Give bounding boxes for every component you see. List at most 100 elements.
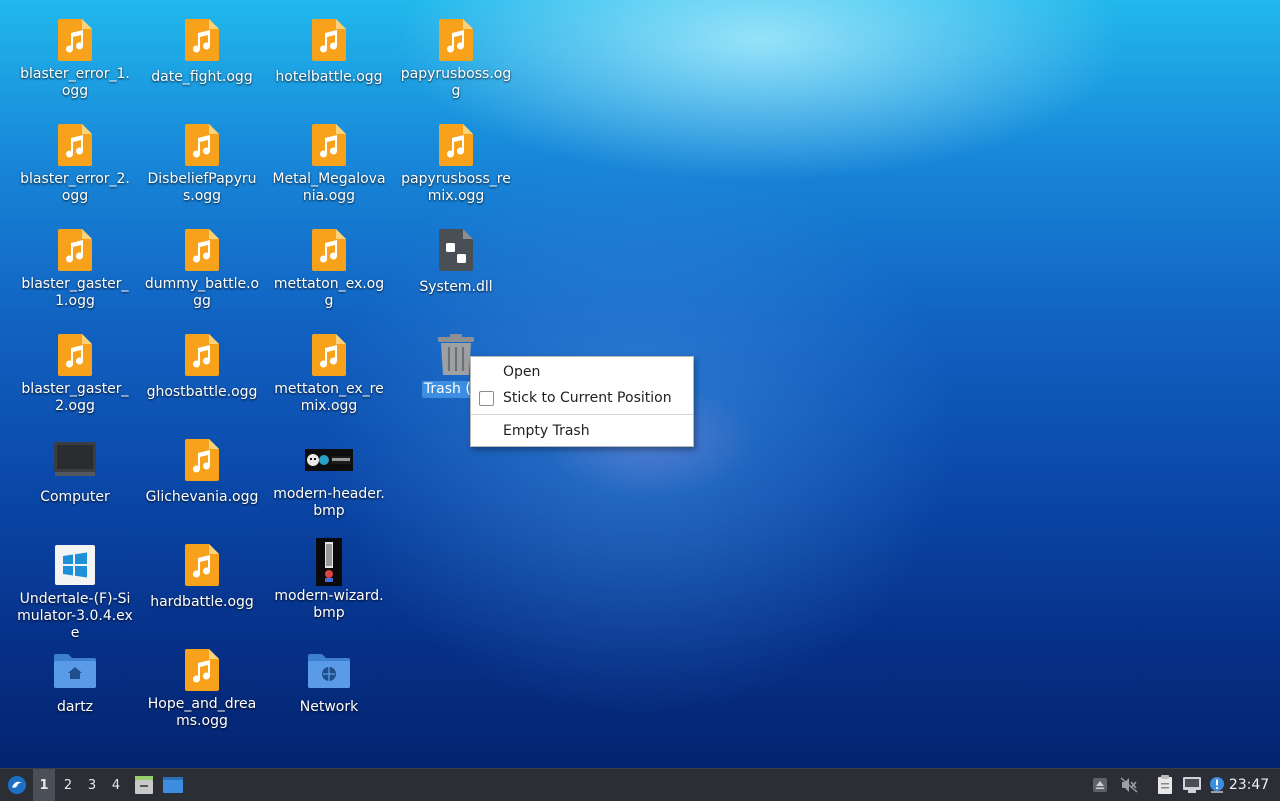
eject-icon — [1093, 778, 1107, 792]
audio-file-icon — [305, 226, 353, 274]
file-icon-system-dll[interactable]: System.dll — [394, 226, 518, 296]
file-icon-blaster-gaster-1[interactable]: blaster_gaster_1.ogg — [13, 226, 137, 310]
file-icon-hotelbattle[interactable]: hotelbattle.ogg — [267, 16, 391, 86]
audio-file-icon — [178, 226, 226, 274]
file-label: ghostbattle.ogg — [146, 384, 258, 400]
network-tray-button[interactable] — [1181, 769, 1203, 801]
workspace-1-button[interactable]: 1 — [33, 769, 55, 801]
file-icon-ghostbattle[interactable]: ghostbattle.ogg — [140, 331, 264, 401]
audio-file-icon — [178, 436, 226, 484]
file-icon-modern-wizard-bmp[interactable]: modern-wizard.bmp — [267, 538, 391, 622]
file-label: blaster_error_2.ogg — [20, 171, 130, 204]
checkbox-icon[interactable] — [479, 391, 494, 406]
workspace-2-button[interactable]: 2 — [57, 769, 79, 801]
volume-button[interactable] — [1118, 769, 1140, 801]
windows-exe-icon — [51, 541, 99, 589]
update-notification-icon — [1210, 777, 1224, 793]
image-thumbnail-icon — [305, 538, 353, 586]
menu-item-open[interactable]: Open — [471, 359, 693, 385]
audio-file-icon — [178, 16, 226, 64]
file-label: blaster_error_1.ogg — [20, 66, 130, 99]
file-label: blaster_gaster_1.ogg — [21, 276, 129, 309]
menu-item-label: Stick to Current Position — [503, 390, 672, 406]
file-manager-launcher[interactable] — [133, 769, 155, 801]
file-icon-hardbattle[interactable]: hardbattle.ogg — [140, 541, 264, 611]
home-folder-icon — [51, 646, 99, 694]
file-label: mettaton_ex.ogg — [273, 276, 385, 309]
eject-tray-button[interactable] — [1090, 769, 1110, 801]
file-label: mettaton_ex_remix.ogg — [274, 381, 384, 414]
audio-file-icon — [51, 331, 99, 379]
clipboard-tray-button[interactable] — [1154, 769, 1176, 801]
audio-file-icon — [305, 16, 353, 64]
file-label: dartz — [56, 699, 94, 715]
network-wired-icon — [1183, 777, 1201, 793]
file-manager-icon — [135, 776, 153, 794]
audio-file-icon — [432, 16, 480, 64]
file-icon-modern-header-bmp[interactable]: modern-header.bmp — [267, 436, 391, 520]
audio-file-icon — [51, 16, 99, 64]
home-folder-desktop-icon[interactable]: dartz — [13, 646, 137, 716]
file-label: papyrusboss.ogg — [400, 66, 512, 99]
desktop-window-icon — [163, 777, 183, 793]
update-notifier-button[interactable] — [1207, 769, 1227, 801]
file-label: papyrusboss_remix.ogg — [401, 171, 511, 204]
file-label: dummy_battle.ogg — [144, 276, 260, 309]
file-label: Network — [299, 699, 359, 715]
network-desktop-icon[interactable]: Network — [267, 646, 391, 716]
computer-icon — [51, 436, 99, 484]
show-desktop-launcher[interactable] — [161, 769, 185, 801]
computer-desktop-icon[interactable]: Computer — [13, 436, 137, 506]
file-icon-hope-and-dreams[interactable]: Hope_and_dreams.ogg — [140, 646, 264, 730]
file-label: Metal_Megalovania.ogg — [272, 171, 386, 204]
audio-file-icon — [432, 121, 480, 169]
clipboard-icon — [1158, 775, 1172, 794]
taskbar: 1 2 3 4 23:47 — [0, 768, 1280, 801]
file-icon-blaster-gaster-2[interactable]: blaster_gaster_2.ogg — [13, 331, 137, 415]
file-label: blaster_gaster_2.ogg — [21, 381, 129, 414]
workspace-4-button[interactable]: 4 — [105, 769, 127, 801]
audio-file-icon — [305, 331, 353, 379]
audio-file-icon — [51, 121, 99, 169]
file-icon-undertale-simulator-exe[interactable]: Undertale-(F)-Simulator-3.0.4.exe — [13, 541, 137, 642]
file-icon-disbelief-papyrus[interactable]: DisbeliefPapyrus.ogg — [140, 121, 264, 205]
file-label: modern-wizard.bmp — [274, 588, 384, 621]
file-label: Computer — [40, 489, 110, 505]
file-icon-dummy-battle[interactable]: dummy_battle.ogg — [140, 226, 264, 310]
audio-file-icon — [178, 646, 226, 694]
file-icon-blaster-error-1[interactable]: blaster_error_1.ogg — [13, 16, 137, 100]
audio-file-icon — [305, 121, 353, 169]
clock[interactable]: 23:47 — [1228, 769, 1270, 801]
desktop[interactable]: blaster_error_1.ogg blaster_error_2.ogg … — [0, 0, 1280, 768]
start-menu-button[interactable] — [4, 769, 30, 801]
trash-context-menu: Open Stick to Current Position Empty Tra… — [470, 356, 694, 447]
menu-item-empty-trash[interactable]: Empty Trash — [471, 418, 693, 444]
file-icon-date-fight[interactable]: date_fight.ogg — [140, 16, 264, 86]
file-icon-mettaton-ex[interactable]: mettaton_ex.ogg — [267, 226, 391, 310]
network-folder-icon — [305, 646, 353, 694]
file-icon-blaster-error-2[interactable]: blaster_error_2.ogg — [13, 121, 137, 205]
menu-item-stick-to-current-position[interactable]: Stick to Current Position — [471, 385, 693, 411]
file-icon-papyrusboss[interactable]: papyrusboss.ogg — [394, 16, 518, 100]
file-icon-mettaton-ex-remix[interactable]: mettaton_ex_remix.ogg — [267, 331, 391, 415]
audio-file-icon — [178, 331, 226, 379]
file-label: System.dll — [419, 279, 493, 295]
file-icon-papyrusboss-remix[interactable]: papyrusboss_remix.ogg — [394, 121, 518, 205]
volume-muted-icon — [1120, 777, 1138, 793]
file-icon-glichevania[interactable]: Glichevania.ogg — [140, 436, 264, 506]
library-file-icon — [432, 226, 480, 274]
menu-separator — [471, 414, 693, 415]
file-icon-metal-megalovania[interactable]: Metal_Megalovania.ogg — [267, 121, 391, 205]
audio-file-icon — [178, 541, 226, 589]
file-label: hardbattle.ogg — [150, 594, 254, 610]
audio-file-icon — [178, 121, 226, 169]
file-label: DisbeliefPapyrus.ogg — [147, 171, 257, 204]
file-label: date_fight.ogg — [151, 69, 253, 85]
file-label: modern-header.bmp — [273, 486, 385, 519]
file-label: hotelbattle.ogg — [275, 69, 383, 85]
lubuntu-logo-icon — [8, 776, 26, 794]
image-thumbnail-icon — [305, 436, 353, 484]
file-label: Undertale-(F)-Simulator-3.0.4.exe — [17, 591, 133, 641]
workspace-3-button[interactable]: 3 — [81, 769, 103, 801]
audio-file-icon — [51, 226, 99, 274]
